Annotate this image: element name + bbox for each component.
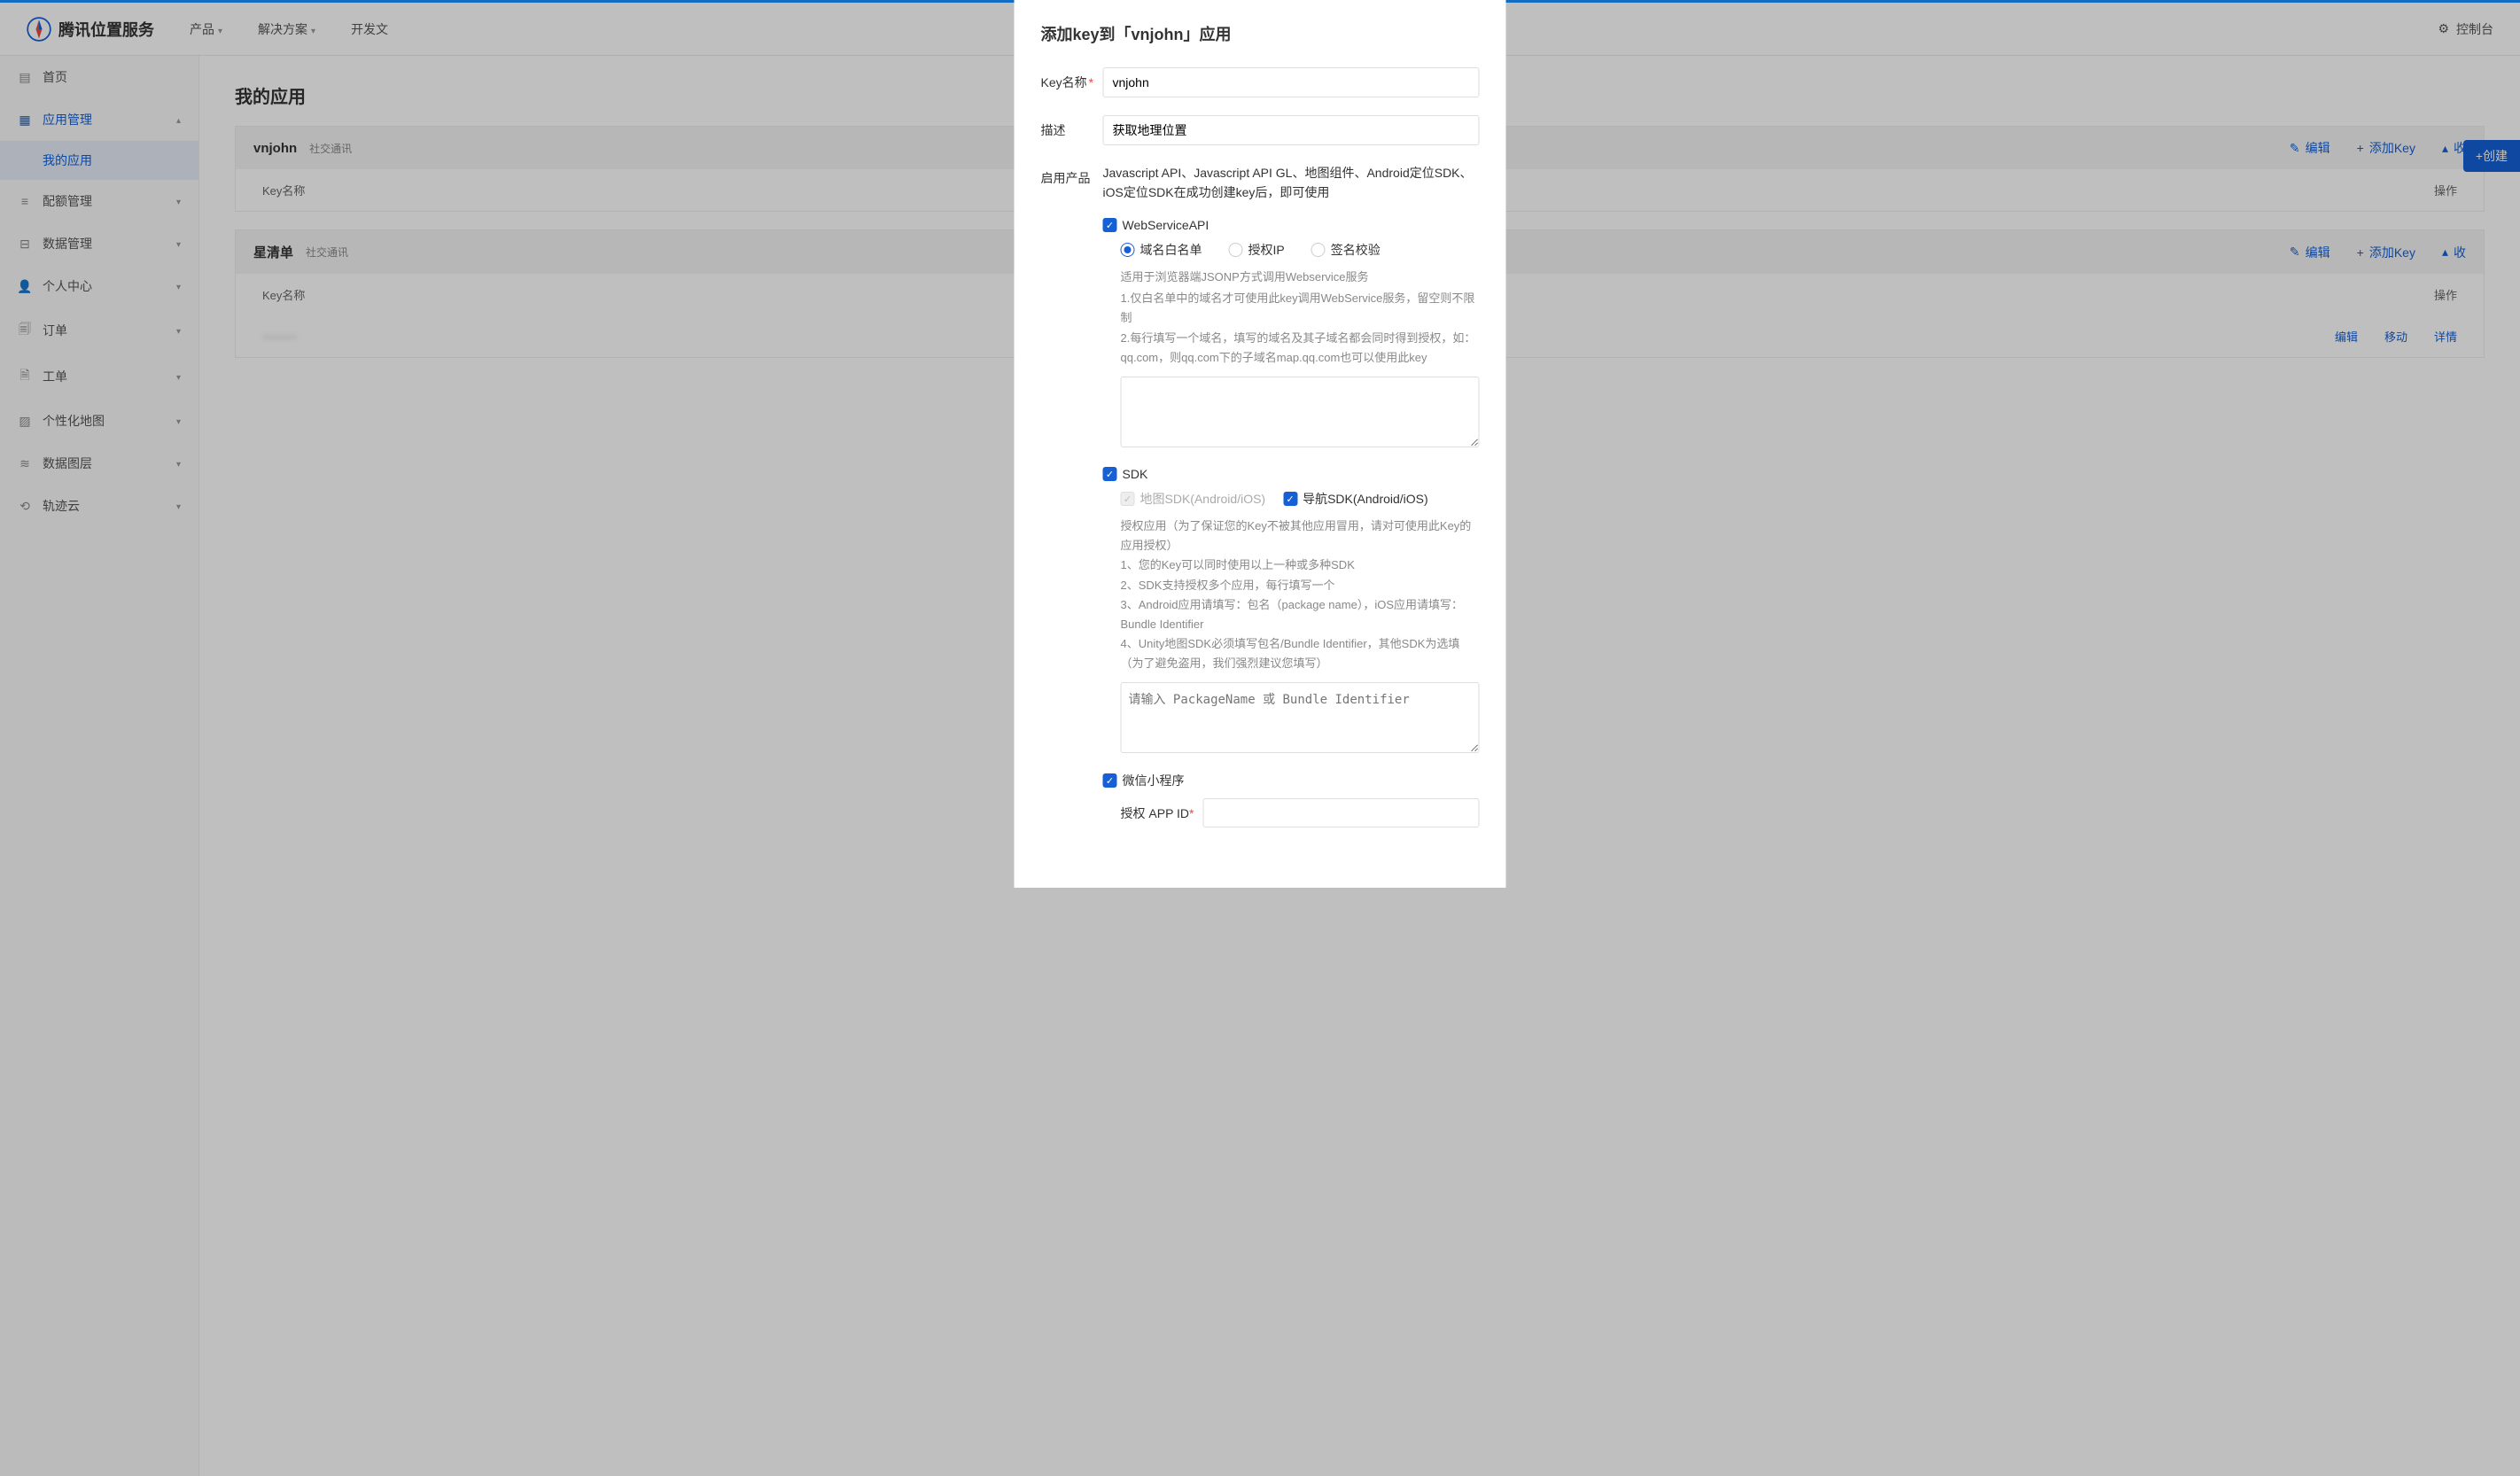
sdk-hint4: 4、Unity地图SDK必须填写包名/Bundle Identifier，其他S… [1121, 634, 1480, 673]
ws-hint2: 1.仅白名单中的域名才可使用此key调用WebService服务，留空则不限制 [1121, 289, 1480, 328]
miniprogram-checkbox[interactable]: ✓ 微信小程序 [1103, 772, 1185, 789]
sdk-textarea[interactable] [1121, 682, 1480, 753]
sdk-hint2: 2、SDK支持授权多个应用，每行填写一个 [1121, 576, 1480, 595]
sdk-hint1: 1、您的Key可以同时使用以上一种或多种SDK [1121, 555, 1480, 575]
check-icon: ✓ [1103, 218, 1117, 232]
modal-title: 添加key到「vnjohn」应用 [1041, 22, 1480, 45]
radio-whitelist[interactable]: 域名白名单 [1121, 241, 1202, 259]
navsdk-checkbox[interactable]: ✓ 导航SDK(Android/iOS) [1283, 490, 1428, 508]
sdk-hint3: 3、Android应用请填写：包名（package name），iOS应用请填写… [1121, 595, 1480, 634]
product-label: 启用产品 [1041, 163, 1103, 843]
keyname-input[interactable] [1103, 67, 1480, 97]
webservice-checkbox[interactable]: ✓ WebServiceAPI [1103, 218, 1209, 232]
radio-icon [1311, 243, 1326, 257]
desc-input[interactable] [1103, 115, 1480, 145]
check-icon: ✓ [1103, 467, 1117, 481]
desc-label: 描述 [1041, 115, 1103, 145]
radio-authip[interactable]: 授权IP [1229, 241, 1285, 259]
radio-sign[interactable]: 签名校验 [1311, 241, 1381, 259]
appid-input[interactable] [1203, 798, 1480, 827]
radio-icon [1229, 243, 1243, 257]
keyname-label: Key名称* [1041, 67, 1103, 97]
sdk-checkbox[interactable]: ✓ SDK [1103, 467, 1148, 481]
check-icon: ✓ [1121, 492, 1135, 506]
mapsdk-checkbox: ✓ 地图SDK(Android/iOS) [1121, 490, 1266, 508]
sdk-hint-title: 授权应用（为了保证您的Key不被其他应用冒用，请对可使用此Key的应用授权） [1121, 517, 1480, 555]
ws-hint1: 适用于浏览器端JSONP方式调用Webservice服务 [1121, 268, 1480, 287]
check-icon: ✓ [1103, 773, 1117, 788]
appid-label: 授权 APP ID* [1121, 804, 1194, 822]
ws-hint3: 2.每行填写一个域名，填写的域名及其子域名都会同时得到授权，如：qq.com，则… [1121, 329, 1480, 368]
radio-icon [1121, 243, 1135, 257]
add-key-modal: 添加key到「vnjohn」应用 Key名称* 描述 启用产品 Javascri… [1015, 0, 1506, 888]
check-icon: ✓ [1283, 492, 1297, 506]
product-hint: Javascript API、Javascript API GL、地图组件、An… [1103, 163, 1480, 203]
whitelist-textarea[interactable] [1121, 377, 1480, 447]
